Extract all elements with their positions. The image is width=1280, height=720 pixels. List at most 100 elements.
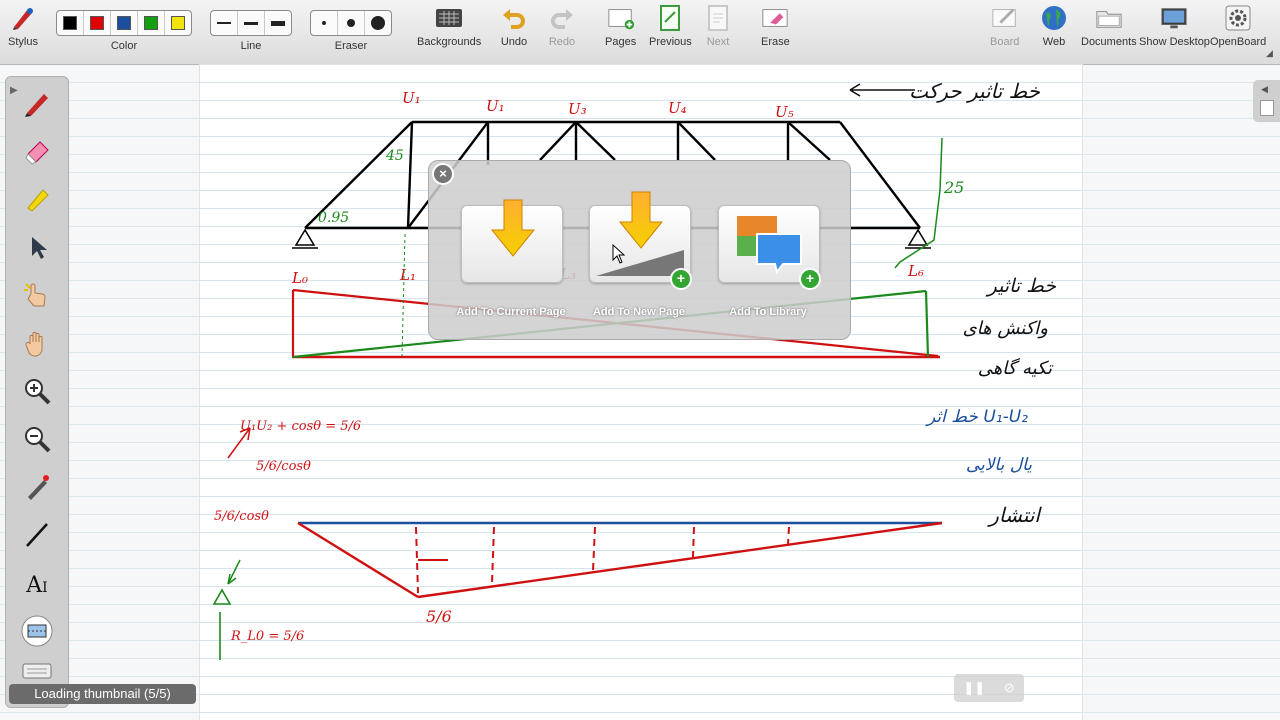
recording-widget[interactable]: ❚❚ ⊘ — [954, 674, 1024, 702]
next-button[interactable]: Next — [704, 4, 732, 48]
import-dialog: × + + Add To Current Page Add To New Pag… — [428, 160, 851, 340]
next-label: Next — [706, 36, 730, 48]
zoom-in-tool[interactable] — [19, 375, 55, 411]
board-button[interactable]: Board — [990, 4, 1019, 48]
show-desktop-button[interactable]: Show Desktop — [1139, 4, 1210, 48]
tool-palette: ▶ AI — [5, 76, 69, 708]
openboard-label: OpenBoard — [1210, 36, 1267, 48]
board-label: Board — [990, 36, 1020, 48]
laser-pointer-tool[interactable] — [19, 471, 55, 507]
zoom-in-icon — [22, 376, 52, 411]
close-icon[interactable]: × — [432, 163, 454, 185]
mute-icon[interactable]: ⊘ — [1004, 680, 1015, 696]
highlighter-icon — [22, 184, 52, 219]
color-swatch — [171, 16, 185, 30]
line-medium[interactable] — [238, 11, 265, 35]
toolbar-collapse-icon[interactable]: ◢ — [1266, 48, 1273, 59]
eraser-icon — [22, 136, 52, 171]
text-icon: AI — [26, 572, 48, 598]
line-thin[interactable] — [211, 11, 238, 35]
highlighter-tool[interactable] — [19, 183, 55, 219]
pages-icon — [607, 4, 635, 32]
stylus-button[interactable]: Stylus — [8, 4, 38, 48]
stylus-label: Stylus — [8, 36, 38, 48]
line-width-selector — [210, 10, 292, 36]
show-desktop-label: Show Desktop — [1139, 36, 1210, 48]
color-group: Color — [56, 4, 192, 52]
backgrounds-label: Backgrounds — [417, 36, 482, 48]
web-button[interactable]: Web — [1040, 4, 1068, 48]
eraser-tool[interactable] — [19, 135, 55, 171]
line-tool[interactable] — [19, 519, 55, 555]
monitor-icon — [1160, 4, 1188, 32]
add-to-current-page-label: Add To Current Page — [456, 306, 566, 318]
thin-line-icon — [217, 22, 231, 24]
line-label: Line — [240, 40, 262, 52]
color-selector — [56, 10, 192, 36]
pages-button[interactable]: Pages — [605, 4, 636, 48]
right-margin — [1082, 65, 1280, 720]
add-to-library-button[interactable]: + — [718, 205, 821, 290]
line-thick[interactable] — [265, 11, 291, 35]
arrow-cursor-icon — [22, 232, 52, 267]
small-dot-icon — [322, 21, 326, 25]
pause-icon[interactable]: ❚❚ — [963, 680, 985, 696]
zoom-out-tool[interactable] — [19, 423, 55, 459]
backgrounds-button[interactable]: Backgrounds — [417, 4, 481, 48]
erase-button[interactable]: Erase — [761, 4, 790, 48]
add-to-library-label: Add To Library — [729, 306, 807, 318]
text-tool[interactable]: AI — [19, 567, 55, 603]
undo-icon — [500, 4, 528, 32]
color-blue[interactable] — [111, 11, 138, 35]
next-page-icon — [704, 4, 732, 32]
mouse-cursor-icon — [612, 243, 626, 269]
color-label: Color — [110, 40, 138, 52]
medium-dot-icon — [347, 19, 355, 27]
pen-tool[interactable] — [19, 87, 55, 123]
zoom-out-icon — [22, 424, 52, 459]
line-icon — [22, 520, 52, 555]
erase-board-icon — [761, 4, 789, 32]
collapse-left-icon: ◀ — [1261, 84, 1268, 94]
color-black[interactable] — [57, 11, 84, 35]
status-message: Loading thumbnail (5/5) — [9, 684, 196, 704]
documents-label: Documents — [1081, 36, 1137, 48]
color-yellow[interactable] — [165, 11, 191, 35]
settings-gear-icon — [1224, 4, 1252, 32]
interact-tool[interactable] — [19, 279, 55, 315]
add-plus-icon: + — [799, 268, 821, 290]
pen-icon — [22, 88, 52, 123]
color-swatch — [90, 16, 104, 30]
page-thumbnail-icon — [1260, 100, 1274, 116]
add-to-new-page-button[interactable]: + — [589, 191, 692, 290]
hand-tool[interactable] — [19, 327, 55, 363]
eraser-medium[interactable] — [338, 11, 365, 35]
eraser-small[interactable] — [311, 11, 338, 35]
erase-label: Erase — [761, 36, 790, 48]
eraser-large[interactable] — [365, 11, 391, 35]
line-group: Line — [210, 4, 292, 52]
color-red[interactable] — [84, 11, 111, 35]
eraser-size-selector — [310, 10, 392, 36]
undo-button[interactable]: Undo — [500, 4, 528, 48]
main-toolbar: Stylus Color Line Eraser Backgrounds Und… — [0, 0, 1280, 65]
capture-tool[interactable] — [19, 615, 55, 651]
add-to-current-page-button[interactable] — [461, 199, 563, 283]
stylus-icon — [9, 4, 37, 32]
color-swatch — [117, 16, 131, 30]
redo-button[interactable]: Redo — [548, 4, 576, 48]
hand-icon — [22, 328, 52, 363]
undo-label: Undo — [500, 36, 528, 48]
openboard-button[interactable]: OpenBoard — [1210, 4, 1266, 48]
documents-button[interactable]: Documents — [1081, 4, 1137, 48]
previous-button[interactable]: Previous — [649, 4, 692, 48]
keyboard-icon — [22, 663, 52, 684]
keyboard-tool[interactable] — [19, 663, 55, 683]
eraser-label: Eraser — [334, 40, 368, 52]
color-green[interactable] — [138, 11, 165, 35]
palette-collapse-icon[interactable]: ▶ — [10, 85, 18, 96]
selector-tool[interactable] — [19, 231, 55, 267]
add-to-new-page-label: Add To New Page — [592, 306, 686, 318]
download-arrow-icon — [490, 198, 536, 265]
side-panel-tab[interactable]: ◀ — [1253, 80, 1280, 122]
